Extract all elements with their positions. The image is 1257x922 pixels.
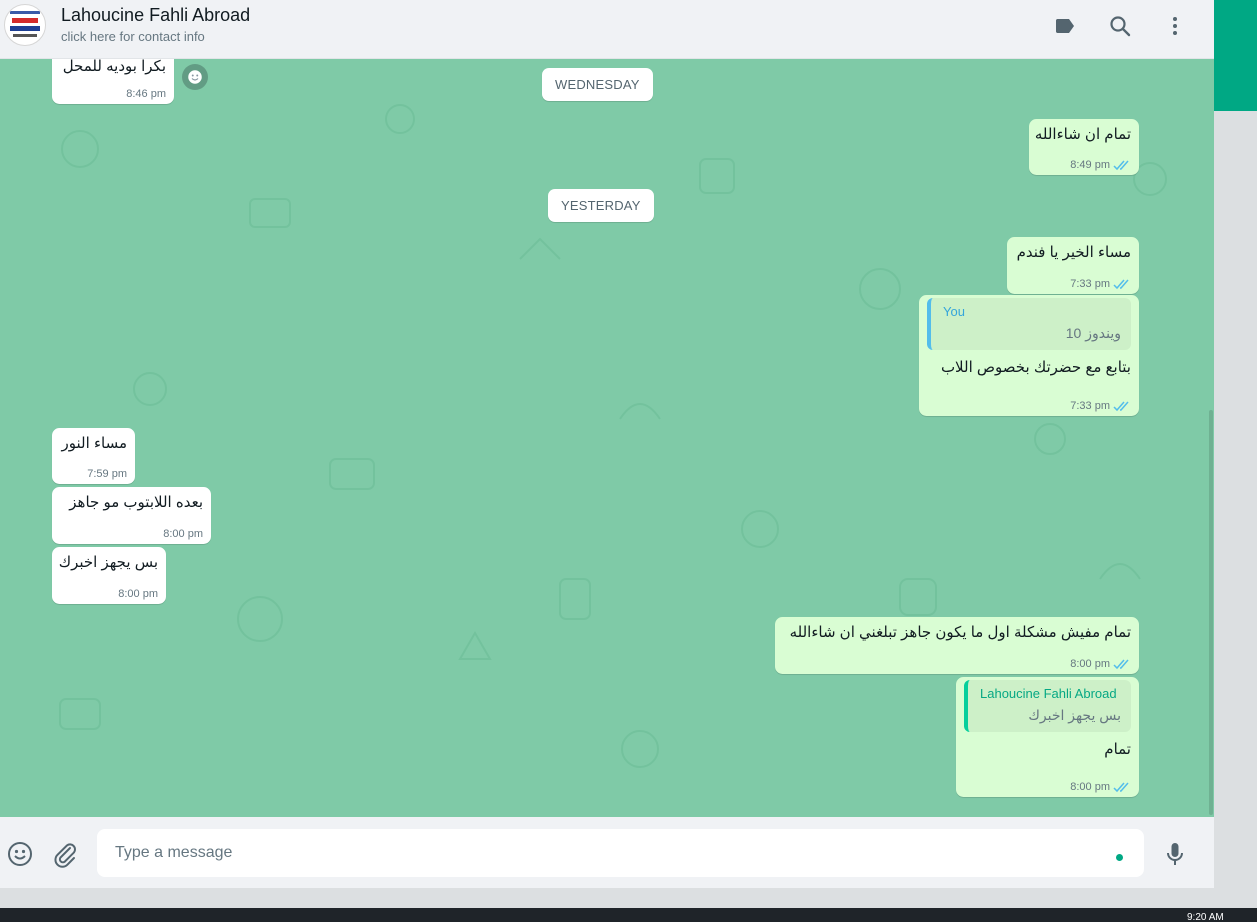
quoted-sender: You [943,304,965,319]
message-incoming[interactable]: بس يجهز اخبرك 8:00 pm [52,547,166,604]
message-input[interactable] [115,829,1105,877]
message-outgoing[interactable]: مساء الخير يا فندم 7:33 pm [1007,237,1139,294]
side-panel-accent [1214,0,1257,111]
contact-name[interactable]: Lahoucine Fahli Abroad [61,5,250,26]
message-time: 7:33 pm [1070,400,1110,412]
quoted-message[interactable]: You ويندوز 10 [927,298,1131,350]
message-time: 8:00 pm [1070,781,1110,793]
quoted-sender: Lahoucine Fahli Abroad [980,686,1117,701]
emoji-icon[interactable] [6,840,34,868]
read-receipt-icon [1113,160,1131,171]
date-separator-wednesday: WEDNESDAY [542,68,653,101]
message-incoming[interactable]: بعده اللابتوب مو جاهز 8:00 pm [52,487,211,544]
quoted-text: بس يجهز اخبرك [1028,707,1121,723]
date-separator-yesterday: YESTERDAY [548,189,654,222]
message-list[interactable]: WEDNESDAY YESTERDAY بكرا بوديه للمحل 8:4… [0,59,1214,817]
message-time: 8:00 pm [1070,658,1110,670]
message-outgoing[interactable]: تمام مفيش مشكلة اول ما يكون جاهز تبلغني … [775,617,1139,674]
message-outgoing[interactable]: تمام ان شاءالله 8:49 pm [1029,119,1139,175]
typing-indicator-dot [1116,854,1123,861]
message-text: بس يجهز اخبرك [58,554,158,571]
attach-icon[interactable] [51,840,79,868]
label-icon[interactable] [1053,14,1077,38]
menu-icon[interactable] [1163,14,1187,38]
message-text: بعده اللابتوب مو جاهز [69,494,203,511]
quoted-text: ويندوز 10 [1065,325,1121,341]
read-receipt-icon [1113,401,1131,412]
whatsapp-window: Lahoucine Fahli Abroad click here for co… [0,0,1214,888]
react-emoji-icon[interactable] [182,64,208,90]
quoted-message[interactable]: Lahoucine Fahli Abroad بس يجهز اخبرك [964,680,1131,732]
message-time: 7:59 pm [87,468,127,480]
message-text: تمام مفيش مشكلة اول ما يكون جاهز تبلغني … [789,624,1131,641]
message-outgoing-reply[interactable]: Lahoucine Fahli Abroad بس يجهز اخبرك تما… [956,677,1139,797]
read-receipt-icon [1113,659,1131,670]
message-time: 8:00 pm [118,588,158,600]
read-receipt-icon [1113,782,1131,793]
message-time: 8:49 pm [1070,159,1110,171]
message-text: مساء النور [61,435,127,452]
search-icon[interactable] [1108,14,1132,38]
message-time: 8:46 pm [126,88,166,100]
message-text: بتابع مع حضرتك بخصوص اللاب [940,359,1131,376]
message-text: مساء الخير يا فندم [1016,244,1131,261]
message-time: 7:33 pm [1070,278,1110,290]
read-receipt-icon [1113,279,1131,290]
message-time: 8:00 pm [163,528,203,540]
contact-avatar[interactable] [4,4,46,46]
message-composer [0,817,1214,888]
message-text: تمام [1104,741,1131,758]
microphone-icon[interactable] [1161,840,1189,868]
message-input-box[interactable] [97,829,1144,877]
message-text: تمام ان شاءالله [1034,126,1131,143]
chat-header: Lahoucine Fahli Abroad click here for co… [0,0,1214,59]
chat-scrollbar[interactable] [1209,410,1213,815]
message-incoming[interactable]: مساء النور 7:59 pm [52,428,135,484]
contact-info-link[interactable]: click here for contact info [61,29,205,44]
message-incoming[interactable]: بكرا بوديه للمحل 8:46 pm [52,59,174,104]
taskbar-clock: 9:20 AM [1187,912,1224,922]
message-text: بكرا بوديه للمحل [62,59,166,75]
message-outgoing-reply[interactable]: You ويندوز 10 بتابع مع حضرتك بخصوص اللاب… [919,295,1139,416]
taskbar [0,908,1257,922]
